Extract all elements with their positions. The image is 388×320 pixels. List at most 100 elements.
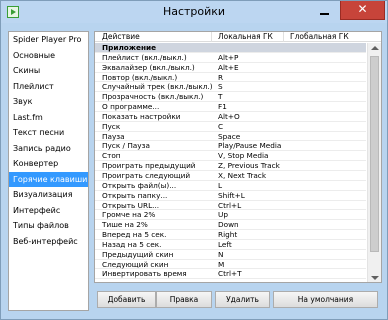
local-hotkey-cell: Play/Pause Media bbox=[218, 141, 282, 151]
local-hotkey-cell: Alt+P bbox=[218, 52, 239, 62]
reset-defaults-button[interactable]: На умолчания bbox=[273, 291, 378, 308]
add-button[interactable]: Добавить bbox=[97, 291, 156, 308]
local-hotkey-cell: Left bbox=[218, 239, 232, 249]
sidebar-item-sound[interactable]: Звук bbox=[9, 94, 88, 110]
action-cell: Пуск / Пауза bbox=[102, 141, 150, 151]
local-hotkey-cell: Right bbox=[218, 230, 238, 240]
table-group-row[interactable]: Приложение bbox=[95, 43, 366, 53]
table-row[interactable]: Проиграть следующий X, Next Track bbox=[95, 171, 366, 181]
local-hotkey-cell: Down bbox=[218, 220, 239, 230]
sidebar-item-file-types[interactable]: Типы файлов bbox=[9, 218, 88, 234]
table-row[interactable]: Назад на 5 сек. Left bbox=[95, 240, 366, 250]
edit-button[interactable]: Правка bbox=[156, 291, 212, 308]
table-row[interactable]: Вперед на 5 сек. Right bbox=[95, 230, 366, 240]
local-hotkey-cell: V, Stop Media bbox=[218, 151, 269, 161]
sidebar-item-playlist[interactable]: Плейлист bbox=[9, 79, 88, 95]
sidebar-item-hotkeys[interactable]: Горячие клавиши bbox=[9, 171, 88, 187]
table-row[interactable]: Пауза Space bbox=[95, 132, 366, 142]
table-row[interactable]: Открыть URL... Ctrl+L bbox=[95, 201, 366, 211]
settings-window: Настройки ✕ Spider Player Pro Основные С… bbox=[0, 0, 388, 320]
table-row[interactable]: Пуск / Пауза Play/Pause Media bbox=[95, 141, 366, 152]
local-hotkey-cell: X, Next Track bbox=[218, 170, 267, 180]
action-cell: Инвертировать время bbox=[102, 269, 187, 279]
column-divider[interactable] bbox=[283, 32, 284, 42]
table-row[interactable]: Открыть папку... Shift+L bbox=[95, 191, 366, 201]
column-header-global-hotkey[interactable]: Глобальная ГК bbox=[290, 32, 349, 42]
table-row[interactable]: Повтор (вкл./выкл.) R bbox=[95, 73, 366, 83]
local-hotkey-cell: Alt+E bbox=[218, 62, 239, 72]
sidebar-item-radio-recording[interactable]: Запись радио bbox=[9, 141, 88, 157]
sidebar-item-web-interface[interactable]: Веб-интерфейс bbox=[9, 234, 88, 250]
scroll-up-arrow-icon[interactable] bbox=[371, 46, 379, 50]
table-row[interactable]: О программе... F1 bbox=[95, 102, 366, 112]
table-row[interactable]: Показать настройки Alt+O bbox=[95, 112, 366, 122]
table-header: Действие Локальная ГК Глобальная ГК bbox=[95, 32, 381, 42]
close-button[interactable]: ✕ bbox=[340, 1, 385, 20]
action-cell: Открыть URL... bbox=[102, 200, 160, 210]
local-hotkey-cell: Space bbox=[218, 131, 241, 141]
local-hotkey-cell: L bbox=[218, 180, 223, 190]
settings-sidebar: Spider Player Pro Основные Скины Плейлис… bbox=[8, 31, 89, 311]
action-cell: Повтор (вкл./выкл.) bbox=[102, 72, 178, 82]
table-row[interactable]: Тише на 2% Down bbox=[95, 220, 366, 231]
table-row[interactable]: Стоп V, Stop Media bbox=[95, 151, 366, 162]
delete-button[interactable]: Удалить bbox=[215, 291, 270, 308]
table-row[interactable]: Проиграть предыдущий Z, Previous Track bbox=[95, 161, 366, 171]
minimize-button[interactable] bbox=[312, 2, 336, 19]
sidebar-item-general[interactable]: Основные bbox=[9, 48, 88, 64]
local-hotkey-cell: Shift+L bbox=[218, 190, 245, 200]
sidebar-item-interface[interactable]: Интерфейс bbox=[9, 203, 88, 219]
sidebar-item-skins[interactable]: Скины bbox=[9, 63, 88, 79]
table-row[interactable]: Следующий скин M bbox=[95, 260, 366, 270]
action-cell: Назад на 5 сек. bbox=[102, 239, 162, 249]
table-row[interactable]: Громче на 2% Up bbox=[95, 210, 366, 221]
local-hotkey-cell: T bbox=[218, 92, 223, 102]
column-header-local-hotkey[interactable]: Локальная ГК bbox=[218, 32, 273, 42]
action-cell: Плейлист (вкл./выкл.) bbox=[102, 52, 187, 62]
action-cell: Прозрачность (вкл./выкл.) bbox=[102, 92, 204, 102]
sidebar-item-converter[interactable]: Конвертер bbox=[9, 156, 88, 172]
action-cell: Тише на 2% bbox=[102, 220, 148, 230]
action-cell: Предыдущий скин bbox=[102, 249, 174, 259]
action-cell: Эквалайзер (вкл./выкл.) bbox=[102, 62, 195, 72]
table-row[interactable]: Плейлист (вкл./выкл.) Alt+P bbox=[95, 53, 366, 63]
sidebar-item-lastfm[interactable]: Last.fm bbox=[9, 110, 88, 126]
table-row[interactable]: Прозрачность (вкл./выкл.) T bbox=[95, 92, 366, 103]
column-header-action[interactable]: Действие bbox=[102, 32, 140, 42]
action-cell: Открыть папку... bbox=[102, 190, 168, 200]
action-cell: Показать настройки bbox=[102, 111, 181, 121]
scroll-down-arrow-icon[interactable] bbox=[371, 276, 379, 280]
hotkeys-table: Действие Локальная ГК Глобальная ГК Прил… bbox=[94, 31, 382, 283]
table-row[interactable]: Предыдущий скин N bbox=[95, 250, 366, 260]
table-row[interactable]: Пуск C bbox=[95, 122, 366, 132]
table-row[interactable]: Случайный трек (вкл./выкл.) S bbox=[95, 82, 366, 93]
sidebar-item-visualization[interactable]: Визуализация bbox=[9, 187, 88, 203]
sidebar-item-about[interactable]: Spider Player Pro bbox=[9, 32, 88, 48]
action-cell: Пауза bbox=[102, 131, 125, 141]
action-cell: Громче на 2% bbox=[102, 210, 156, 220]
table-row[interactable]: Эквалайзер (вкл./выкл.) Alt+E bbox=[95, 63, 366, 73]
action-cell: Стоп bbox=[102, 151, 121, 161]
local-hotkey-cell: M bbox=[218, 259, 225, 269]
column-divider[interactable] bbox=[211, 32, 212, 42]
title-bar[interactable]: Настройки ✕ bbox=[1, 1, 387, 23]
action-cell: Приложение bbox=[102, 43, 157, 52]
local-hotkey-cell: N bbox=[218, 249, 224, 259]
action-cell: Проиграть предыдущий bbox=[102, 161, 196, 171]
table-row[interactable]: Инвертировать время Ctrl+T bbox=[95, 269, 366, 280]
action-cell: Пуск bbox=[102, 121, 121, 131]
sidebar-item-lyrics[interactable]: Текст песни bbox=[9, 125, 88, 141]
local-hotkey-cell: R bbox=[218, 72, 224, 82]
local-hotkey-cell: Ctrl+L bbox=[218, 200, 242, 210]
action-cell: Вперед на 5 сек. bbox=[102, 230, 167, 240]
table-row[interactable]: Открыть файл(ы)... L bbox=[95, 181, 366, 191]
local-hotkey-cell: Alt+O bbox=[218, 111, 240, 121]
vertical-scrollbar[interactable] bbox=[367, 43, 381, 282]
table-body: Приложение Плейлист (вкл./выкл.) Alt+P Эква… bbox=[95, 43, 366, 280]
action-cell: Следующий скин bbox=[102, 259, 169, 269]
local-hotkey-cell: F1 bbox=[218, 102, 227, 112]
action-cell: Проиграть следующий bbox=[102, 170, 191, 180]
action-cell: Случайный трек (вкл./выкл.) bbox=[102, 82, 213, 92]
scrollbar-thumb[interactable] bbox=[370, 56, 379, 252]
local-hotkey-cell: Z, Previous Track bbox=[218, 161, 280, 171]
